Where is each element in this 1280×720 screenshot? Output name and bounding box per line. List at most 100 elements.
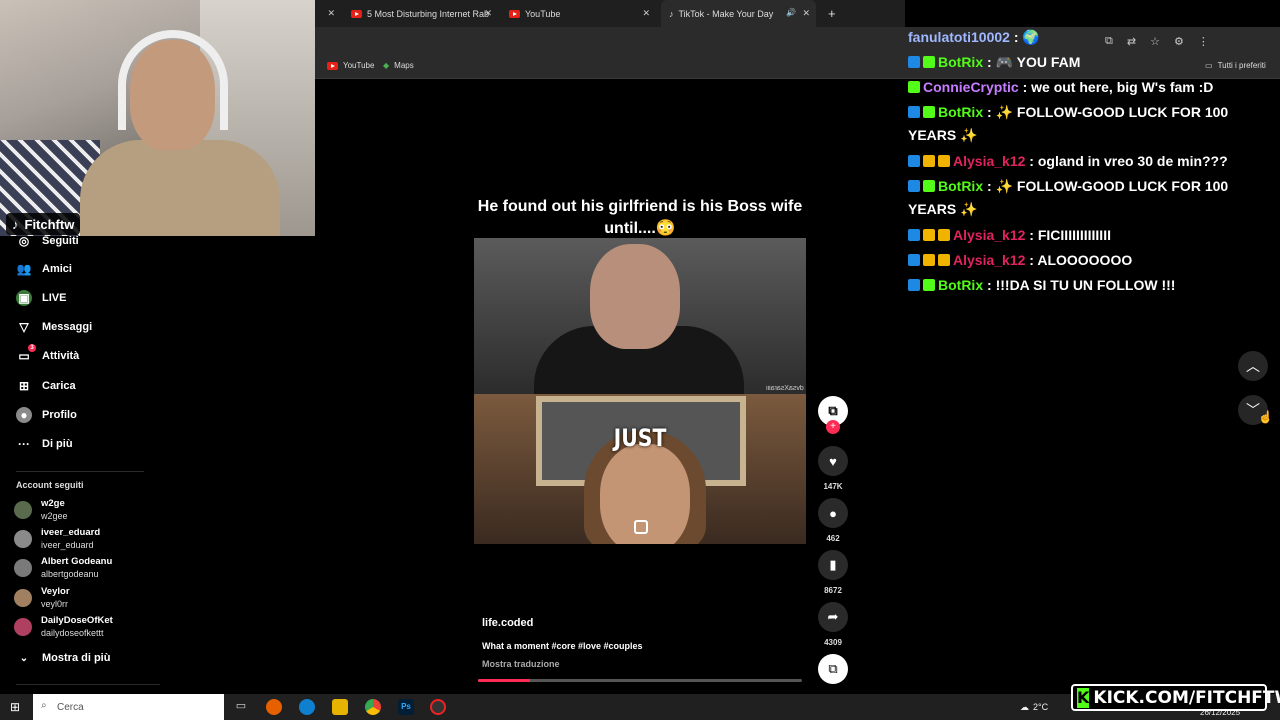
new-tab-button[interactable]: + xyxy=(820,0,840,27)
nav-profile[interactable]: ● Profilo xyxy=(16,407,77,423)
chat-text: FICIIIIIIIIIIIII xyxy=(1037,227,1111,243)
nav-live[interactable]: ▣ LIVE xyxy=(16,290,66,306)
followed-account[interactable]: Albert Godeanu albertgodeanu xyxy=(14,556,112,580)
chat-text: we out here, big W's fam :D xyxy=(1031,79,1214,95)
chat-text: 🌍 xyxy=(1022,29,1040,45)
user-badge-icon xyxy=(908,56,920,68)
search-icon: ⌕ xyxy=(41,700,47,711)
tab-close-prev[interactable]: ✕ xyxy=(315,0,343,27)
tab-youtube[interactable]: YouTube ✕ xyxy=(501,0,656,27)
video-player[interactable]: dvsaXsaraiii JUST xyxy=(474,238,806,544)
user-badge-icon xyxy=(923,106,935,118)
chat-username[interactable]: Alysia_k12 xyxy=(953,252,1025,268)
share-count: 4309 xyxy=(824,638,842,647)
user-badge-icon xyxy=(923,254,935,266)
share-button[interactable]: ➦ 4309 xyxy=(818,602,848,647)
divider xyxy=(16,471,144,472)
tab-label: YouTube xyxy=(525,8,561,19)
show-more-label: Mostra di più xyxy=(42,652,111,664)
chevron-down-icon: ⌄ xyxy=(19,652,29,664)
video-description: What a moment #core #love #couples xyxy=(482,641,643,651)
chat-username[interactable]: BotRix xyxy=(938,104,983,120)
show-more-button[interactable]: ⌄ Mostra di più xyxy=(16,650,111,666)
chat-separator: : xyxy=(1018,79,1032,95)
avatar xyxy=(14,559,32,577)
account-handle: w2gee xyxy=(41,511,68,521)
file-explorer-icon[interactable] xyxy=(332,699,348,715)
chat-username[interactable]: BotRix xyxy=(938,277,983,293)
nav-label: Di più xyxy=(42,438,73,450)
user-badge-icon xyxy=(923,155,935,167)
like-button[interactable]: ♥ 147K xyxy=(818,446,848,491)
followed-account[interactable]: w2ge w2gee xyxy=(14,498,68,522)
followed-account[interactable]: Veylor veyl0rr xyxy=(14,586,70,610)
edge-icon[interactable] xyxy=(299,699,315,715)
chat-message: Alysia_k12 : ALOOOOOOO xyxy=(908,249,1268,272)
live-icon: ▣ xyxy=(16,290,32,306)
nav-messages[interactable]: ▽ Messaggi xyxy=(16,319,92,335)
user-badge-icon xyxy=(923,279,935,291)
chat-message: BotRix : ✨ FOLLOW-GOOD LUCK FOR 100 YEAR… xyxy=(908,101,1268,147)
chat-username[interactable]: ConnieCryptic xyxy=(923,79,1019,95)
weather-temp: 2°C xyxy=(1033,702,1049,712)
chat-overlay: fanulatoti10002 : 🌍 BotRix : 🎮 YOU FAM Con… xyxy=(904,26,1280,316)
save-button[interactable]: ▮ 8672 xyxy=(818,550,848,595)
chat-message: BotRix : 🎮 YOU FAM xyxy=(908,51,1268,74)
nav-upload[interactable]: ⊞ Carica xyxy=(16,378,76,394)
author-avatar-button[interactable]: ⧉ + xyxy=(818,396,848,434)
close-icon[interactable]: ✕ xyxy=(802,8,810,19)
user-badge-icon xyxy=(923,180,935,192)
share-icon: ➦ xyxy=(818,602,848,632)
previous-video-button[interactable]: ︿ xyxy=(1238,351,1268,381)
chrome-icon[interactable] xyxy=(365,699,381,715)
comment-button[interactable]: ● 462 xyxy=(818,498,848,543)
chat-username[interactable]: Alysia_k12 xyxy=(953,227,1025,243)
taskbar-search[interactable]: ⌕ Cerca xyxy=(33,694,224,720)
video-man xyxy=(590,244,680,349)
friends-icon: 👥 xyxy=(16,262,32,276)
webcam-overlay xyxy=(0,0,315,236)
photoshop-icon[interactable]: Ps xyxy=(398,699,414,715)
followed-account[interactable]: iveer_eduard iveer_eduard xyxy=(14,527,100,551)
comment-count: 462 xyxy=(826,534,840,543)
chat-separator: : xyxy=(983,277,996,293)
user-badge-icon xyxy=(938,229,950,241)
nav-more[interactable]: ··· Di più xyxy=(16,436,73,452)
chat-text: ogland in vreo 30 de min??? xyxy=(1037,153,1228,169)
bookmark-maps[interactable]: ◆ Maps xyxy=(383,61,414,70)
obs-icon[interactable] xyxy=(430,699,446,715)
tab-disturbing[interactable]: 5 Most Disturbing Internet Rab ✕ xyxy=(343,0,498,27)
activity-badge: 3 xyxy=(28,344,36,352)
chat-username[interactable]: BotRix xyxy=(938,54,983,70)
chat-text: 🎮 YOU FAM xyxy=(995,54,1081,70)
nav-activity[interactable]: ▭ 3 Attività xyxy=(16,344,79,364)
nav-label: Messaggi xyxy=(42,321,93,333)
follow-plus-icon[interactable]: + xyxy=(826,420,840,434)
video-progress-bar[interactable] xyxy=(478,679,802,682)
heart-icon: ♥ xyxy=(818,446,848,476)
tab-tiktok[interactable]: ♪ TikTok - Make Your Day 🔊 ✕ xyxy=(661,0,816,27)
nav-label: LIVE xyxy=(42,292,67,304)
bookmark-label: YouTube xyxy=(343,61,375,70)
chat-username[interactable]: fanulatoti10002 xyxy=(908,29,1010,45)
task-view-icon[interactable]: ▭ xyxy=(233,699,249,715)
video-author[interactable]: life.coded xyxy=(482,617,533,629)
bookmark-label: Maps xyxy=(394,61,414,70)
sound-button[interactable]: ⧉ xyxy=(818,654,848,684)
browser-tab-bar: ✕ 5 Most Disturbing Internet Rab ✕ YouTu… xyxy=(315,0,905,27)
chat-text: ALOOOOOOO xyxy=(1037,252,1133,268)
firefox-icon[interactable] xyxy=(266,699,282,715)
close-icon[interactable]: ✕ xyxy=(484,8,492,19)
chat-username[interactable]: Alysia_k12 xyxy=(953,153,1025,169)
audio-icon[interactable]: 🔊 xyxy=(786,8,796,17)
windows-start-icon[interactable]: ⊞ xyxy=(10,700,20,714)
bookmark-youtube[interactable]: YouTube xyxy=(327,61,374,70)
life-coded-logo-icon xyxy=(634,520,648,534)
nav-following[interactable]: ◎ Seguiti xyxy=(16,233,79,249)
chat-username[interactable]: BotRix xyxy=(938,178,983,194)
followed-account[interactable]: DailyDoseOfKet dailydoseofkettt xyxy=(14,615,113,639)
nav-friends[interactable]: 👥 Amici xyxy=(16,261,72,277)
close-icon[interactable]: ✕ xyxy=(642,8,650,19)
translate-button[interactable]: Mostra traduzione xyxy=(482,659,560,669)
maps-icon: ◆ xyxy=(383,61,390,70)
